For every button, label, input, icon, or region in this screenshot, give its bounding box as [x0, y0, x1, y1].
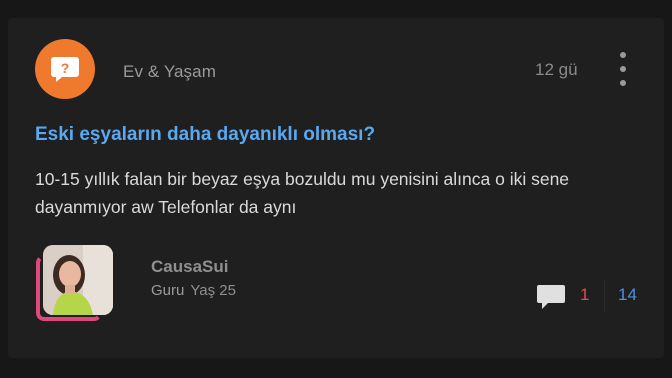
author-name[interactable]: CausaSui — [151, 257, 228, 277]
avatar-photo — [43, 245, 113, 315]
svg-text:?: ? — [61, 60, 70, 76]
post-actions: 1 14 — [536, 280, 656, 312]
post-time: 12 gü — [535, 60, 578, 79]
category-label[interactable]: Ev & Yaşam — [123, 62, 216, 82]
more-dot — [620, 52, 626, 58]
author-rank: Guru — [151, 282, 185, 299]
comment-bubble-icon[interactable] — [536, 284, 566, 315]
category-avatar[interactable]: ? — [35, 39, 95, 99]
blue-count[interactable]: 14 — [618, 285, 637, 305]
post-title[interactable]: Eski eşyaların daha dayanıklı olması? — [35, 124, 375, 146]
author-meta: Guru Yaş 25 — [151, 282, 236, 299]
author-age: Yaş 25 — [190, 282, 236, 299]
post-body: 10-15 yıllık falan bir beyaz eşya bozuld… — [35, 169, 570, 217]
more-dot — [620, 80, 626, 86]
author-avatar[interactable] — [36, 245, 118, 325]
post-card: ? Ev & Yaşam 12 gü Eski eşyaların daha d… — [8, 18, 664, 358]
post-header: ? Ev & Yaşam 12 gü — [35, 39, 655, 99]
stats-divider — [604, 280, 605, 312]
more-options-icon[interactable] — [617, 52, 629, 86]
question-bubble-icon: ? — [51, 57, 79, 82]
more-dot — [620, 66, 626, 72]
red-count: 1 — [580, 285, 590, 304]
